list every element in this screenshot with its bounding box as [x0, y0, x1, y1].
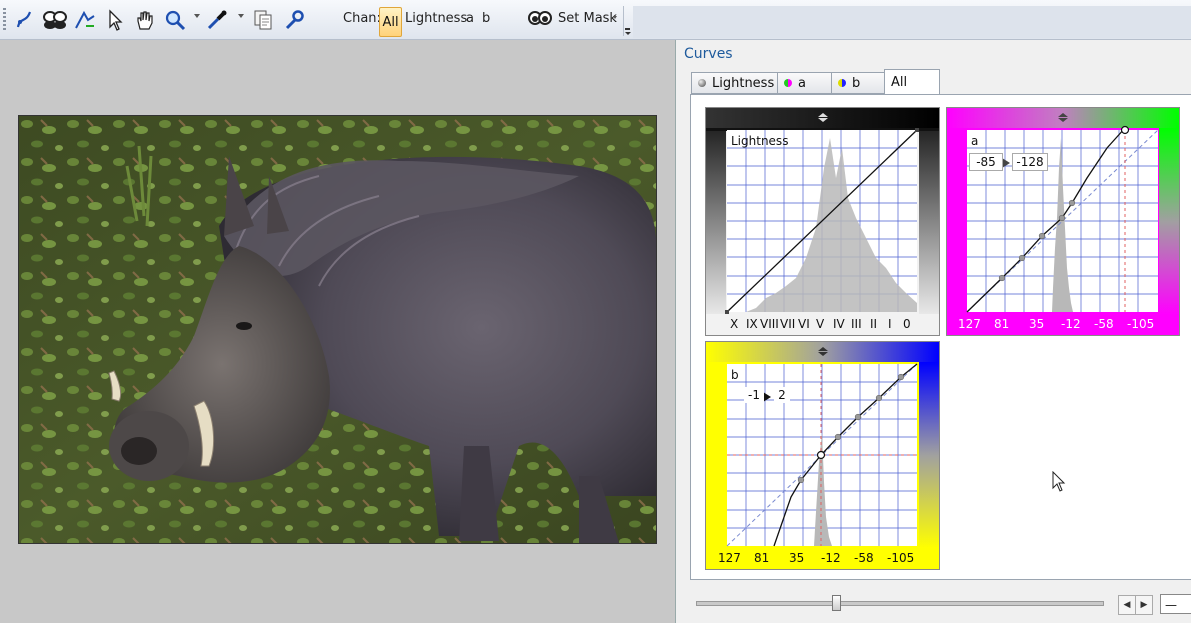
- curves-panel: Curves Lightness a b All Lightness X IX …: [675, 40, 1191, 623]
- chan-b-button[interactable]: b: [482, 11, 490, 26]
- chan-all-button[interactable]: All: [379, 7, 402, 37]
- image-canvas[interactable]: [18, 115, 657, 544]
- pointer-tool-icon[interactable]: [104, 8, 126, 32]
- b-channel-icon: [838, 79, 846, 87]
- tab-b[interactable]: b: [831, 72, 885, 94]
- tick-label: II: [870, 317, 878, 331]
- toolbar-grip[interactable]: [3, 8, 6, 32]
- value-field[interactable]: —: [1160, 594, 1191, 614]
- chan-lightness-button[interactable]: Lightness: [405, 11, 467, 26]
- a-channel-icon: [784, 79, 792, 87]
- tick-label: -58: [1094, 317, 1114, 331]
- set-mask-button[interactable]: Set Mask: [558, 11, 617, 26]
- hand-tool-icon[interactable]: [133, 8, 157, 32]
- tick-label: -58: [854, 551, 874, 565]
- tick-label: 0: [903, 317, 911, 331]
- slider-track[interactable]: [696, 601, 1104, 606]
- tick-label: X: [730, 317, 739, 331]
- chevron-left-icon: ◀: [1123, 600, 1131, 610]
- tick-label: VIII: [760, 317, 779, 331]
- a-curve-graph[interactable]: a -85 -128 127 81 35 -12 -58 -105: [946, 107, 1180, 336]
- tick-label: -12: [1061, 317, 1081, 331]
- tick-label: V: [816, 317, 825, 331]
- tab-a[interactable]: a: [777, 72, 832, 94]
- tick-label: I: [888, 317, 892, 331]
- tick-label: VII: [780, 317, 796, 331]
- tick-label: 81: [994, 317, 1010, 331]
- a-output-value[interactable]: -128: [1012, 153, 1048, 171]
- lightness-curve-graph[interactable]: Lightness X IX VIII VII VI V IV III II I…: [705, 107, 940, 336]
- tab-all[interactable]: All: [884, 69, 940, 95]
- copy-icon[interactable]: [250, 8, 276, 32]
- chan-a-button[interactable]: a: [466, 11, 474, 26]
- mouse-cursor-icon: [1052, 470, 1066, 493]
- toolbar: Chan: All Lightness a b Set Mask: [0, 0, 1191, 40]
- eyedropper-dropdown-icon[interactable]: [238, 14, 244, 18]
- tick-label: VI: [798, 317, 810, 331]
- a-input-value[interactable]: -85: [969, 153, 1003, 171]
- scroll-left-button[interactable]: ◀: [1118, 595, 1136, 615]
- tab-all-label: All: [891, 74, 908, 90]
- curves-content: Lightness X IX VIII VII VI V IV III II I…: [690, 94, 1191, 580]
- b-input-value[interactable]: -1: [744, 387, 764, 403]
- panel-title: Curves: [684, 46, 733, 62]
- toolbar-overflow-mark: [625, 28, 630, 30]
- zoom-slider-area: ◀ ▶ —: [690, 588, 1191, 620]
- tab-b-label: b: [852, 75, 861, 91]
- lightness-graph-title: Lightness: [731, 134, 789, 148]
- tick-label: 127: [958, 317, 981, 331]
- chan-label: Chan:: [343, 11, 381, 26]
- toolbar-empty-area: [633, 6, 1191, 38]
- scroll-right-button[interactable]: ▶: [1135, 595, 1153, 615]
- mask-tool-icon[interactable]: [41, 8, 69, 32]
- lightness-tick-row: X IX VIII VII VI V IV III II I 0: [706, 317, 939, 333]
- zoom-tool-icon[interactable]: [163, 8, 187, 32]
- warthog-photo: [19, 116, 656, 543]
- chevron-right-icon: ▶: [1140, 600, 1148, 610]
- tick-label: 81: [754, 551, 770, 565]
- b-curve-graph[interactable]: b -1 2 127 81 35 -12 -58 -105: [705, 341, 940, 570]
- b-tick-row: 127 81 35 -12 -58 -105: [706, 551, 939, 567]
- tick-label: 35: [1029, 317, 1045, 331]
- pen-tool-icon[interactable]: [73, 8, 97, 32]
- b-graph-title: b: [731, 368, 739, 382]
- a-tick-row: 127 81 35 -12 -58 -105: [947, 317, 1179, 333]
- b-output-value[interactable]: 2: [774, 387, 790, 403]
- set-mask-icon[interactable]: [527, 8, 553, 32]
- tick-label: -12: [821, 551, 841, 565]
- slider-thumb[interactable]: [832, 595, 841, 611]
- wrench-settings-icon[interactable]: [282, 8, 306, 32]
- tick-label: 35: [789, 551, 805, 565]
- tick-label: 127: [718, 551, 741, 565]
- tab-a-label: a: [798, 75, 806, 91]
- set-mask-dropdown-icon[interactable]: [613, 16, 617, 19]
- lightness-channel-icon: [698, 79, 706, 87]
- tick-label: IX: [746, 317, 758, 331]
- tab-lightness[interactable]: Lightness: [691, 72, 778, 94]
- tick-label: -105: [1127, 317, 1155, 331]
- tick-label: III: [851, 317, 862, 331]
- tick-label: IV: [833, 317, 845, 331]
- curve-tool-icon[interactable]: [13, 8, 35, 32]
- a-graph-title: a: [971, 134, 979, 148]
- toolbar-overflow-icon[interactable]: [625, 32, 631, 35]
- eyedropper-tool-icon[interactable]: [205, 8, 229, 32]
- zoom-dropdown-icon[interactable]: [194, 14, 200, 18]
- tab-lightness-label: Lightness: [712, 75, 775, 91]
- tick-label: -105: [887, 551, 915, 565]
